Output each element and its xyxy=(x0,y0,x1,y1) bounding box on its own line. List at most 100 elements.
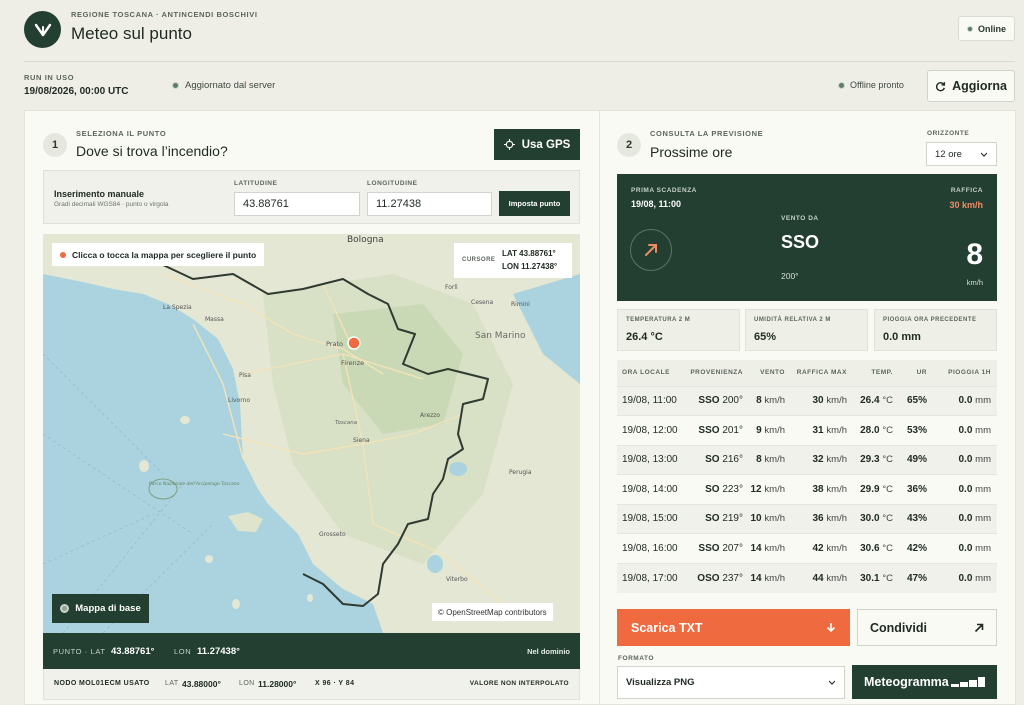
gps-label: Usa GPS xyxy=(521,138,571,151)
download-txt-button[interactable]: Scarica TXT xyxy=(617,609,850,646)
left-title: Dove si trova l’incendio? xyxy=(76,143,228,159)
table-row: 19/08, 13:00 SO 216° 8 km/h 32 km/h 29.3… xyxy=(617,444,997,475)
col-temp: TEMP. xyxy=(871,369,893,377)
row-gust: 44 xyxy=(812,572,824,584)
run-value: 19/08/2026, 00:00 UTC xyxy=(24,86,129,97)
row-dir: SSO xyxy=(698,424,720,436)
map-label-rimini: Rimini xyxy=(511,301,530,308)
row-rain: 0.0 xyxy=(958,542,973,554)
row-wind: 8 xyxy=(756,454,762,466)
map-attribution[interactable]: © OpenStreetMap contributors xyxy=(432,603,553,621)
row-gust: 38 xyxy=(812,483,824,495)
row-temp: 28.0 xyxy=(860,424,880,436)
row-rain-unit: mm xyxy=(975,454,991,466)
latitude-input[interactable]: 43.88761 xyxy=(234,192,360,216)
forecast-table: ORA LOCALE PROVENIENZA VENTO RAFFICA MAX… xyxy=(617,360,997,593)
map-label-pisa: Pisa xyxy=(239,372,251,379)
map-point-marker[interactable] xyxy=(347,336,361,350)
row-rain-unit: mm xyxy=(975,513,991,525)
row-rain-unit: mm xyxy=(975,424,991,436)
row-gust-unit: km/h xyxy=(826,395,847,407)
row-wind: 9 xyxy=(756,424,762,436)
wind-arrow-icon xyxy=(645,244,657,256)
meteogram-bars-icon xyxy=(951,677,985,687)
row-rh: 49% xyxy=(897,444,931,475)
col-time: ORA LOCALE xyxy=(622,369,670,377)
row-rh: 43% xyxy=(897,503,931,534)
share-button[interactable]: Condividi xyxy=(857,609,997,646)
gust-value: 30 km/h xyxy=(949,200,983,210)
map-label-massa: Massa xyxy=(205,316,224,323)
row-rain: 0.0 xyxy=(958,483,973,495)
refresh-button[interactable]: Aggiorna xyxy=(927,70,1015,102)
step-2-badge: 2 xyxy=(617,133,641,157)
table-row: 19/08, 16:00 SSO 207° 14 km/h 42 km/h 30… xyxy=(617,533,997,563)
row-temp-unit: °C xyxy=(882,454,893,466)
map-lake-bolsena xyxy=(427,555,443,573)
row-rain-unit: mm xyxy=(975,572,991,584)
wind-degrees: 200° xyxy=(781,271,799,281)
row-dir: SO xyxy=(705,513,720,525)
offline-status-label: Offline pronto xyxy=(850,80,904,90)
row-rain: 0.0 xyxy=(958,395,973,407)
row-temp-unit: °C xyxy=(882,572,893,584)
row-gust: 30 xyxy=(812,395,824,407)
wind-compass xyxy=(630,229,672,271)
map-cursor-box: CURSORE LAT 43.88761° LON 11.27438° xyxy=(454,243,572,278)
row-gust-unit: km/h xyxy=(826,454,847,466)
map-label-la-spezia: La Spezia xyxy=(163,304,192,311)
header-divider xyxy=(24,61,1015,62)
node-bar-label: NODO MOL01ECM USATO xyxy=(54,680,150,687)
node-bar-lat: 43.88000° xyxy=(182,679,221,689)
row-wind-unit: km/h xyxy=(764,483,785,495)
map-island-giglio xyxy=(307,594,313,602)
step-1-number: 1 xyxy=(51,139,59,151)
node-bar-lon-label: LON xyxy=(239,680,255,687)
wind-direction: SSO xyxy=(781,232,820,252)
table-row: 19/08, 11:00 SSO 200° 8 km/h 30 km/h 26.… xyxy=(617,385,997,416)
map-canvas[interactable]: Bologna La Spezia Massa Pisa Livorno Pra… xyxy=(43,234,580,633)
gps-button[interactable]: Usa GPS xyxy=(494,129,580,160)
share-label: Condividi xyxy=(870,620,927,635)
row-rh: 53% xyxy=(897,415,931,445)
row-gust-unit: km/h xyxy=(826,572,847,584)
row-time: 19/08, 11:00 xyxy=(617,385,681,416)
horizon-select[interactable]: 12 ore xyxy=(926,142,997,166)
longitude-input[interactable]: 11.27438 xyxy=(367,192,492,216)
longitude-label: LONGITUDINE xyxy=(367,180,418,187)
basemap-button[interactable]: Mappa di base xyxy=(52,594,149,623)
forecast-table-body: 19/08, 11:00 SSO 200° 8 km/h 30 km/h 26.… xyxy=(617,385,997,593)
row-rain-unit: mm xyxy=(975,395,991,407)
refresh-icon xyxy=(936,81,946,91)
point-bar-domain: Nel dominio xyxy=(527,647,570,656)
row-rh: 65% xyxy=(897,385,931,416)
meteogram-button[interactable]: Meteogramma xyxy=(852,665,997,699)
gust-label: RAFFICA xyxy=(950,187,983,194)
map-label-bologna: Bologna xyxy=(347,235,384,245)
map-island-capraia xyxy=(139,460,149,472)
row-temp: 26.4 xyxy=(860,395,880,407)
map-label-san-marino: San Marino xyxy=(475,331,526,341)
col-direction: PROVENIENZA xyxy=(690,369,743,377)
format-select[interactable]: Visualizza PNG xyxy=(617,666,845,699)
row-temp: 30.0 xyxy=(860,513,880,525)
server-status: Aggiornato dal server xyxy=(172,80,275,91)
map[interactable]: Bologna La Spezia Massa Pisa Livorno Pra… xyxy=(43,234,580,633)
table-row: 19/08, 12:00 SSO 201° 9 km/h 31 km/h 28.… xyxy=(617,415,997,445)
run-label: RUN IN USO xyxy=(24,73,75,82)
stat-rain-label: PIOGGIA ORA PRECEDENTE xyxy=(883,317,977,323)
map-label-siena: Siena xyxy=(353,437,370,444)
row-rain-unit: mm xyxy=(975,483,991,495)
stat-rain: PIOGGIA ORA PRECEDENTE 0.0 mm xyxy=(874,309,997,351)
stat-temperature-value: 26.4 °C xyxy=(626,331,663,343)
meteogram-label: Meteogramma xyxy=(864,675,949,689)
stat-humidity-value: 65% xyxy=(754,331,777,343)
page-title: Meteo sul punto xyxy=(71,24,192,43)
manual-entry-title: Inserimento manuale xyxy=(54,189,145,199)
map-hint-dot-icon xyxy=(60,251,66,258)
online-label: Online xyxy=(977,23,1006,34)
point-bar: PUNTO · LAT 43.88761° LON 11.27438° Nel … xyxy=(43,633,580,669)
map-label-firenze: Firenze xyxy=(341,359,364,367)
set-point-button[interactable]: Imposta punto xyxy=(499,191,570,216)
right-title: Prossime ore xyxy=(650,144,733,160)
